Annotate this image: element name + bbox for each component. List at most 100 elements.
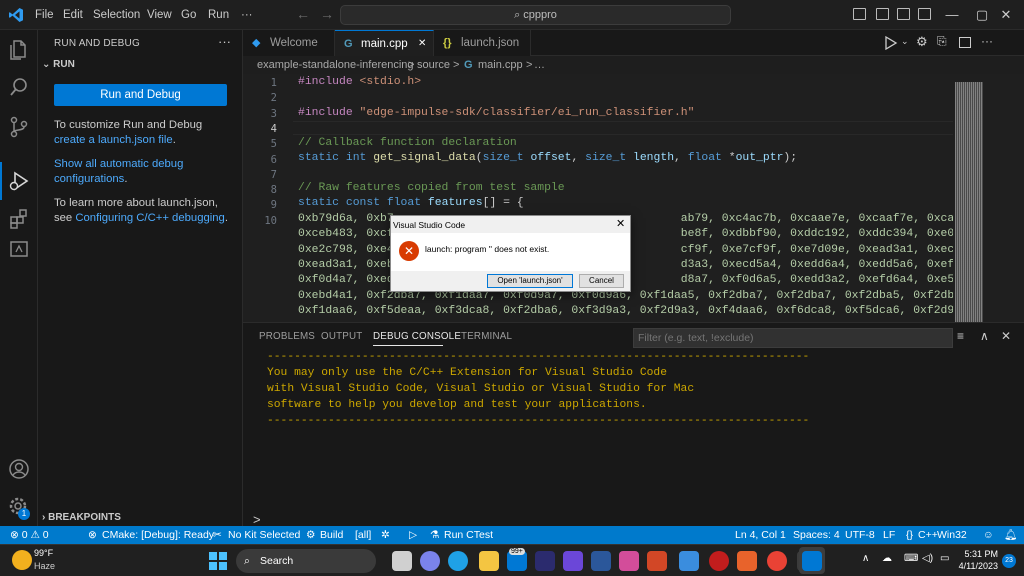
account-icon[interactable] bbox=[0, 450, 38, 488]
menu-file[interactable]: File bbox=[35, 0, 54, 30]
tab-output[interactable]: OUTPUT bbox=[321, 331, 362, 342]
search-activity-icon[interactable] bbox=[0, 68, 38, 106]
menu-more[interactable]: ··· bbox=[241, 0, 253, 30]
store-icon[interactable] bbox=[535, 551, 555, 571]
nav-back-icon[interactable]: ← bbox=[296, 6, 310, 22]
onedrive-icon[interactable]: ☁ bbox=[882, 553, 892, 564]
run-and-debug-icon[interactable] bbox=[0, 162, 38, 200]
debug-console-filter-input[interactable] bbox=[633, 328, 953, 348]
close-panel-icon[interactable]: ✕ bbox=[1001, 329, 1011, 343]
toggle-panel-icon[interactable] bbox=[876, 8, 889, 20]
sidebar-more-button[interactable]: ··· bbox=[218, 34, 231, 49]
windows-start-icon[interactable] bbox=[209, 552, 227, 570]
status-platform[interactable]: Win32 bbox=[937, 526, 967, 544]
status-cmake[interactable]: CMake: [Debug]: Ready bbox=[102, 526, 214, 544]
menu-go[interactable]: Go bbox=[181, 0, 196, 30]
settings-gear-icon[interactable]: ⚙ bbox=[916, 34, 928, 50]
run-section-header[interactable]: ⌄ RUN bbox=[42, 59, 75, 70]
status-run-ctest[interactable]: Run CTest bbox=[444, 526, 493, 544]
toggle-secondary-sidebar-icon[interactable] bbox=[897, 8, 910, 20]
menu-edit[interactable]: Edit bbox=[63, 0, 83, 30]
paint-icon[interactable] bbox=[619, 551, 639, 571]
tab-debug-console[interactable]: DEBUG CONSOLE bbox=[373, 331, 461, 342]
teams-chat-icon[interactable] bbox=[420, 551, 440, 571]
feedback-icon[interactable]: ☺ bbox=[983, 526, 994, 544]
toggle-sidebar-icon[interactable] bbox=[853, 8, 866, 20]
clock-date: 4/11/2023 bbox=[958, 561, 998, 571]
status-problems[interactable]: ⊗ 0 ⚠ 0 bbox=[10, 526, 49, 544]
status-language[interactable]: C++ bbox=[918, 526, 938, 544]
more-actions-icon[interactable]: ··· bbox=[981, 34, 993, 48]
breadcrumb-folder[interactable]: example-standalone-inferencing bbox=[257, 56, 414, 74]
matlab-icon[interactable] bbox=[737, 551, 757, 571]
split-editor-icon[interactable] bbox=[959, 37, 971, 48]
create-launch-json-link[interactable]: create a launch.json file bbox=[54, 134, 173, 146]
breadcrumb-file[interactable]: main.cpp bbox=[478, 56, 523, 74]
dialog-close-button[interactable]: ✕ bbox=[616, 217, 625, 230]
command-center[interactable]: ⌕ cpppro bbox=[340, 5, 731, 25]
word-icon[interactable] bbox=[591, 551, 611, 571]
remote-explorer-icon[interactable] bbox=[0, 230, 38, 268]
debug-bug-icon[interactable]: ✲ bbox=[381, 526, 390, 544]
status-build[interactable]: Build bbox=[320, 526, 343, 544]
language-braces-icon: {} bbox=[906, 529, 914, 541]
status-encoding[interactable]: UTF-8 bbox=[845, 526, 875, 544]
open-changes-icon[interactable]: ⎘ bbox=[937, 34, 947, 49]
windows-taskbar: 99°F Haze ⌕ Search 99+ ∧ ☁ ⌨ ◁) ▭ 5:31 P… bbox=[0, 544, 1024, 576]
taskbar-search[interactable]: ⌕ Search bbox=[236, 549, 376, 573]
close-window-button[interactable]: ✕ bbox=[986, 0, 1024, 30]
language-icon[interactable]: ⌨ bbox=[904, 553, 918, 564]
powerpoint-icon[interactable] bbox=[647, 551, 667, 571]
tab-welcome[interactable]: ◆ Welcome bbox=[243, 30, 335, 56]
status-eol[interactable]: LF bbox=[883, 526, 895, 544]
tab-problems[interactable]: PROBLEMS bbox=[259, 331, 315, 342]
run-and-debug-button[interactable]: Run and Debug bbox=[54, 84, 227, 106]
chevron-up-icon[interactable]: ∧ bbox=[862, 553, 869, 564]
customize-layout-icon[interactable] bbox=[918, 8, 931, 20]
file-explorer-icon[interactable] bbox=[479, 551, 499, 571]
maximize-panel-icon[interactable]: ∧ bbox=[980, 329, 989, 343]
status-cursor-position[interactable]: Ln 4, Col 1 bbox=[735, 526, 786, 544]
task-view-icon[interactable] bbox=[392, 551, 412, 571]
taskbar-clock[interactable]: 5:31 PM 4/11/2023 bbox=[948, 548, 998, 572]
source-control-icon[interactable] bbox=[0, 108, 38, 146]
tab-close-icon[interactable]: ✕ bbox=[418, 31, 426, 57]
notification-count-badge[interactable]: 23 bbox=[1002, 554, 1016, 568]
run-play-icon[interactable]: ▷ bbox=[409, 526, 417, 544]
clear-console-icon[interactable]: ≡ bbox=[957, 329, 964, 343]
vscode-taskbar-icon[interactable] bbox=[802, 551, 822, 571]
python-icon[interactable] bbox=[679, 551, 699, 571]
minimap[interactable] bbox=[953, 74, 1024, 322]
console-prompt[interactable]: > bbox=[253, 512, 261, 527]
chevron-down-icon[interactable]: ⌄ bbox=[901, 36, 909, 47]
tab-main-cpp[interactable]: G main.cpp ✕ bbox=[335, 30, 434, 56]
breadcrumb-source[interactable]: source bbox=[417, 56, 450, 74]
chevron-down-icon: ⌄ bbox=[42, 59, 54, 70]
tab-terminal[interactable]: TERMINAL bbox=[461, 331, 512, 342]
open-launch-json-button[interactable]: Open 'launch.json' bbox=[487, 274, 573, 288]
breakpoints-section-header[interactable]: › BREAKPOINTS bbox=[42, 512, 121, 523]
nav-forward-icon[interactable]: → bbox=[320, 6, 334, 22]
cancel-button[interactable]: Cancel bbox=[579, 274, 624, 288]
menu-run[interactable]: Run bbox=[208, 0, 229, 30]
edge-icon[interactable] bbox=[448, 551, 468, 571]
record-icon[interactable] bbox=[709, 551, 729, 571]
weather-sun-icon[interactable] bbox=[12, 550, 32, 570]
tab-launch-json[interactable]: {} launch.json bbox=[434, 30, 531, 56]
start-debugging-icon[interactable] bbox=[883, 36, 899, 50]
status-target[interactable]: [all] bbox=[355, 526, 371, 544]
manage-gear-icon[interactable]: 1 bbox=[0, 488, 38, 526]
explorer-icon[interactable] bbox=[0, 30, 38, 68]
menu-selection[interactable]: Selection bbox=[93, 0, 140, 30]
status-kit[interactable]: No Kit Selected bbox=[228, 526, 300, 544]
notifications-bell-icon[interactable]: 🔔︎ bbox=[1004, 526, 1017, 544]
status-indentation[interactable]: Spaces: 4 bbox=[793, 526, 840, 544]
chrome-icon[interactable] bbox=[767, 551, 787, 571]
media-player-icon[interactable] bbox=[563, 551, 583, 571]
show-automatic-configs-link[interactable]: Show all automatic debug configurations bbox=[54, 158, 183, 185]
volume-icon[interactable]: ◁) bbox=[922, 553, 933, 564]
breadcrumb-more[interactable]: … bbox=[534, 56, 545, 74]
configuring-cpp-debugging-link[interactable]: Configuring C/C++ debugging bbox=[75, 212, 224, 224]
vscode-logo-icon[interactable] bbox=[8, 7, 24, 23]
menu-view[interactable]: View bbox=[147, 0, 172, 30]
